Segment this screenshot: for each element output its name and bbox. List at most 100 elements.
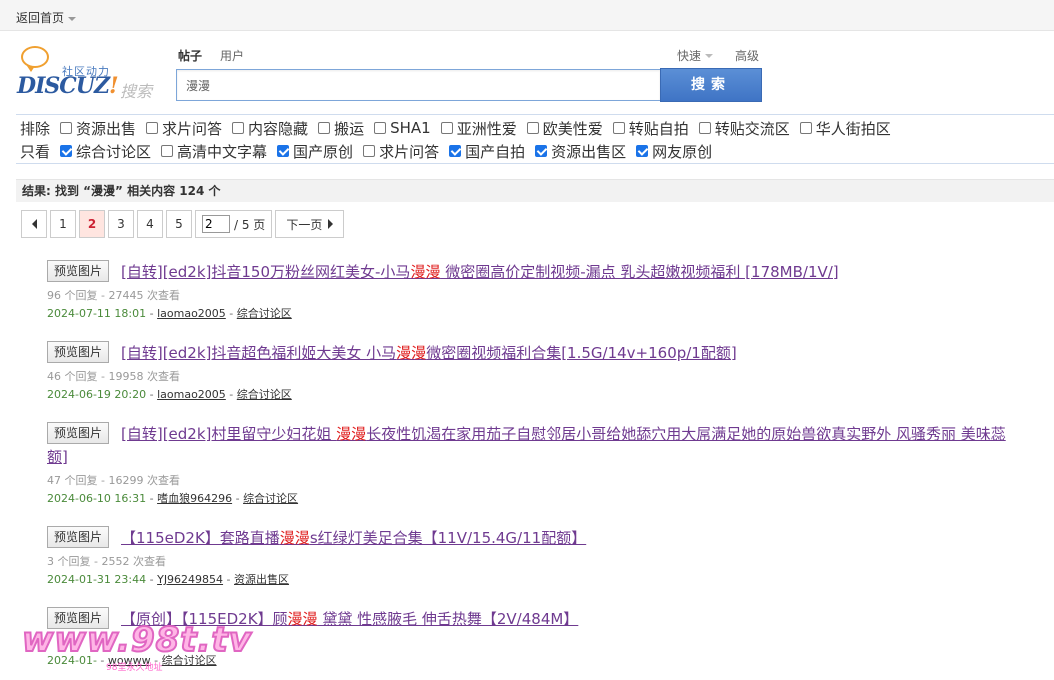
watermark-text: www.98t.tv [21,619,252,661]
checkbox-label: 华人街拍区 [815,119,891,138]
checkbox-label: 转贴交流区 [714,119,790,138]
checkbox[interactable] [60,122,73,134]
checkbox[interactable] [612,122,625,134]
exclude-checkbox-item[interactable]: 内容隐藏 [232,118,308,139]
home-link-label: 返回首页 [16,11,65,25]
logo-search-word: 搜索 [120,82,153,101]
preview-image-button[interactable]: 预览图片 [47,260,109,282]
result-date: 2024-06-19 20:20 [47,388,147,401]
result-title-link[interactable]: [自转][ed2k]抖音150万粉丝网红美女-小马漫漫 微密圈高价定制视频-漏点… [121,261,839,282]
result-author-link[interactable]: laomao2005 [157,388,226,401]
checkbox-label: 高清中文字幕 [177,142,268,161]
result-title-link-wrap[interactable]: 额] [47,446,68,467]
page-link-5[interactable]: 5 [166,210,192,238]
advanced-search-link[interactable]: 高级 [735,47,759,64]
only-checkbox-item[interactable]: 国产自拍 [449,141,525,162]
checkbox[interactable] [232,122,245,134]
checkbox[interactable] [526,122,539,134]
only-checkbox-item[interactable]: 资源出售区 [535,141,626,162]
page-link-1[interactable]: 1 [50,210,76,238]
checkbox[interactable] [60,145,73,157]
tab-users[interactable]: 用户 [220,47,244,64]
result-stats: 3 个回复 - 2552 次查看 [47,555,166,568]
checkbox[interactable] [318,122,331,134]
search-input[interactable] [176,69,660,101]
checkbox[interactable] [440,122,453,134]
chevron-down-icon[interactable] [68,16,77,21]
next-page-label: 下一页 [286,217,323,232]
exclude-checkbox-item[interactable]: SHA1 [374,119,431,137]
checkbox-label: 转贴自拍 [628,119,689,138]
result-date: 2024-01-31 23:44 [47,573,147,586]
checkbox-label: 国产自拍 [465,142,526,161]
only-checkbox-item[interactable]: 求片问答 [363,141,439,162]
checkbox-label: 综合讨论区 [76,142,152,161]
checkbox[interactable] [698,122,711,134]
pagination: 1 2 3 4 5 / 5 页 下一页 [21,210,347,238]
checkbox[interactable] [161,145,174,157]
only-checkbox-item[interactable]: 综合讨论区 [60,141,151,162]
exclude-checkbox-item[interactable]: 转贴交流区 [698,118,790,139]
exclude-checkbox-item[interactable]: 华人街拍区 [799,118,891,139]
checkbox-label: 求片问答 [162,119,223,138]
preview-image-button[interactable]: 预览图片 [47,526,109,548]
checkbox[interactable] [535,145,548,157]
page-link-2-current[interactable]: 2 [79,210,105,238]
result-date: 2024-07-11 18:01 [47,307,147,320]
checkbox-label: 内容隐藏 [248,119,309,138]
preview-image-button[interactable]: 预览图片 [47,422,109,444]
result-forum-link[interactable]: 综合讨论区 [237,388,292,401]
page-link-4[interactable]: 4 [137,210,163,238]
exclude-checkbox-item[interactable]: 亚洲性爱 [440,118,517,139]
result-title-link[interactable]: [自转][ed2k]村里留守少妇花姐 漫漫长夜性饥渴在家用茄子自慰邻居小哥给她舔… [121,423,1054,444]
exclude-checkbox-item[interactable]: 欧美性爱 [526,118,603,139]
result-author-link[interactable]: laomao2005 [157,307,226,320]
quick-search-dropdown[interactable]: 快速 [677,47,714,64]
prev-page-button[interactable] [21,210,47,238]
exclude-checkbox-item[interactable]: 求片问答 [146,118,222,139]
checkbox[interactable] [799,122,812,134]
checkbox[interactable] [277,145,290,157]
checkbox-label: 亚洲性爱 [456,119,517,138]
result-stats: 47 个回复 - 16299 次查看 [47,474,180,487]
checkbox-label: 欧美性爱 [542,119,603,138]
result-author-link[interactable]: YJ96249854 [157,573,223,586]
page-jump-input[interactable] [202,215,230,233]
result-info: 2024-01-31 23:44 - YJ96249854 - 资源出售区 [47,573,290,586]
checkbox[interactable] [449,145,462,157]
exclude-checkbox-item[interactable]: 转贴自拍 [612,118,689,139]
watermark-subtext: 98堂永久地址 [106,663,163,673]
result-title-link[interactable]: [自转][ed2k]抖音超色福利姬大美女 小马漫漫微密圈视频福利合集[1.5G/… [121,342,737,363]
tab-posts[interactable]: 帖子 [178,47,202,64]
page-link-3[interactable]: 3 [108,210,134,238]
home-link[interactable]: 返回首页 [16,9,77,26]
result-title-link[interactable]: 【115eD2K】套路直播漫漫s红绿灯美足合集【11V/15.4G/11配额】 [121,527,586,548]
checkbox[interactable] [363,145,376,157]
exclude-label: 排除 [20,119,51,138]
next-page-button[interactable]: 下一页 [275,210,345,238]
checkbox[interactable] [146,122,159,134]
exclude-checkbox-item[interactable]: 资源出售 [60,118,136,139]
result-forum-link[interactable]: 综合讨论区 [243,492,298,505]
quick-search-label: 快速 [677,49,702,63]
search-button[interactable]: 搜索 [660,68,762,102]
only-checkbox-item[interactable]: 国产原创 [277,141,353,162]
top-bar: 返回首页 [0,0,1054,31]
exclude-checkbox-item[interactable]: 搬运 [318,118,364,139]
checkbox[interactable] [374,122,387,134]
checkbox[interactable] [636,145,649,157]
result-forum-link[interactable]: 资源出售区 [234,573,289,586]
result-author-link[interactable]: 嗜血狼964296 [157,492,232,505]
chevron-down-icon [705,53,714,58]
preview-image-button[interactable]: 预览图片 [47,341,109,363]
only-checkbox-item[interactable]: 高清中文字幕 [161,141,267,162]
result-info: 2024-06-19 20:20 - laomao2005 - 综合讨论区 [47,388,292,401]
only-label: 只看 [20,142,51,161]
checkbox-label: 求片问答 [379,142,440,161]
search-type-tabs: 帖子 用户 [178,47,262,64]
result-forum-link[interactable]: 综合讨论区 [237,307,292,320]
page-jump: / 5 页 [195,210,273,238]
discuz-logo[interactable]: 社区动力 DISCUZ! 搜索 [17,46,162,101]
only-checkbox-item[interactable]: 网友原创 [636,141,712,162]
forum-filters: 排除 资源出售 求片问答 内容隐藏 搬运 SHA1 亚洲性爱 欧美性爱 转贴自拍 转贴交流区 华人… [16,114,1054,164]
